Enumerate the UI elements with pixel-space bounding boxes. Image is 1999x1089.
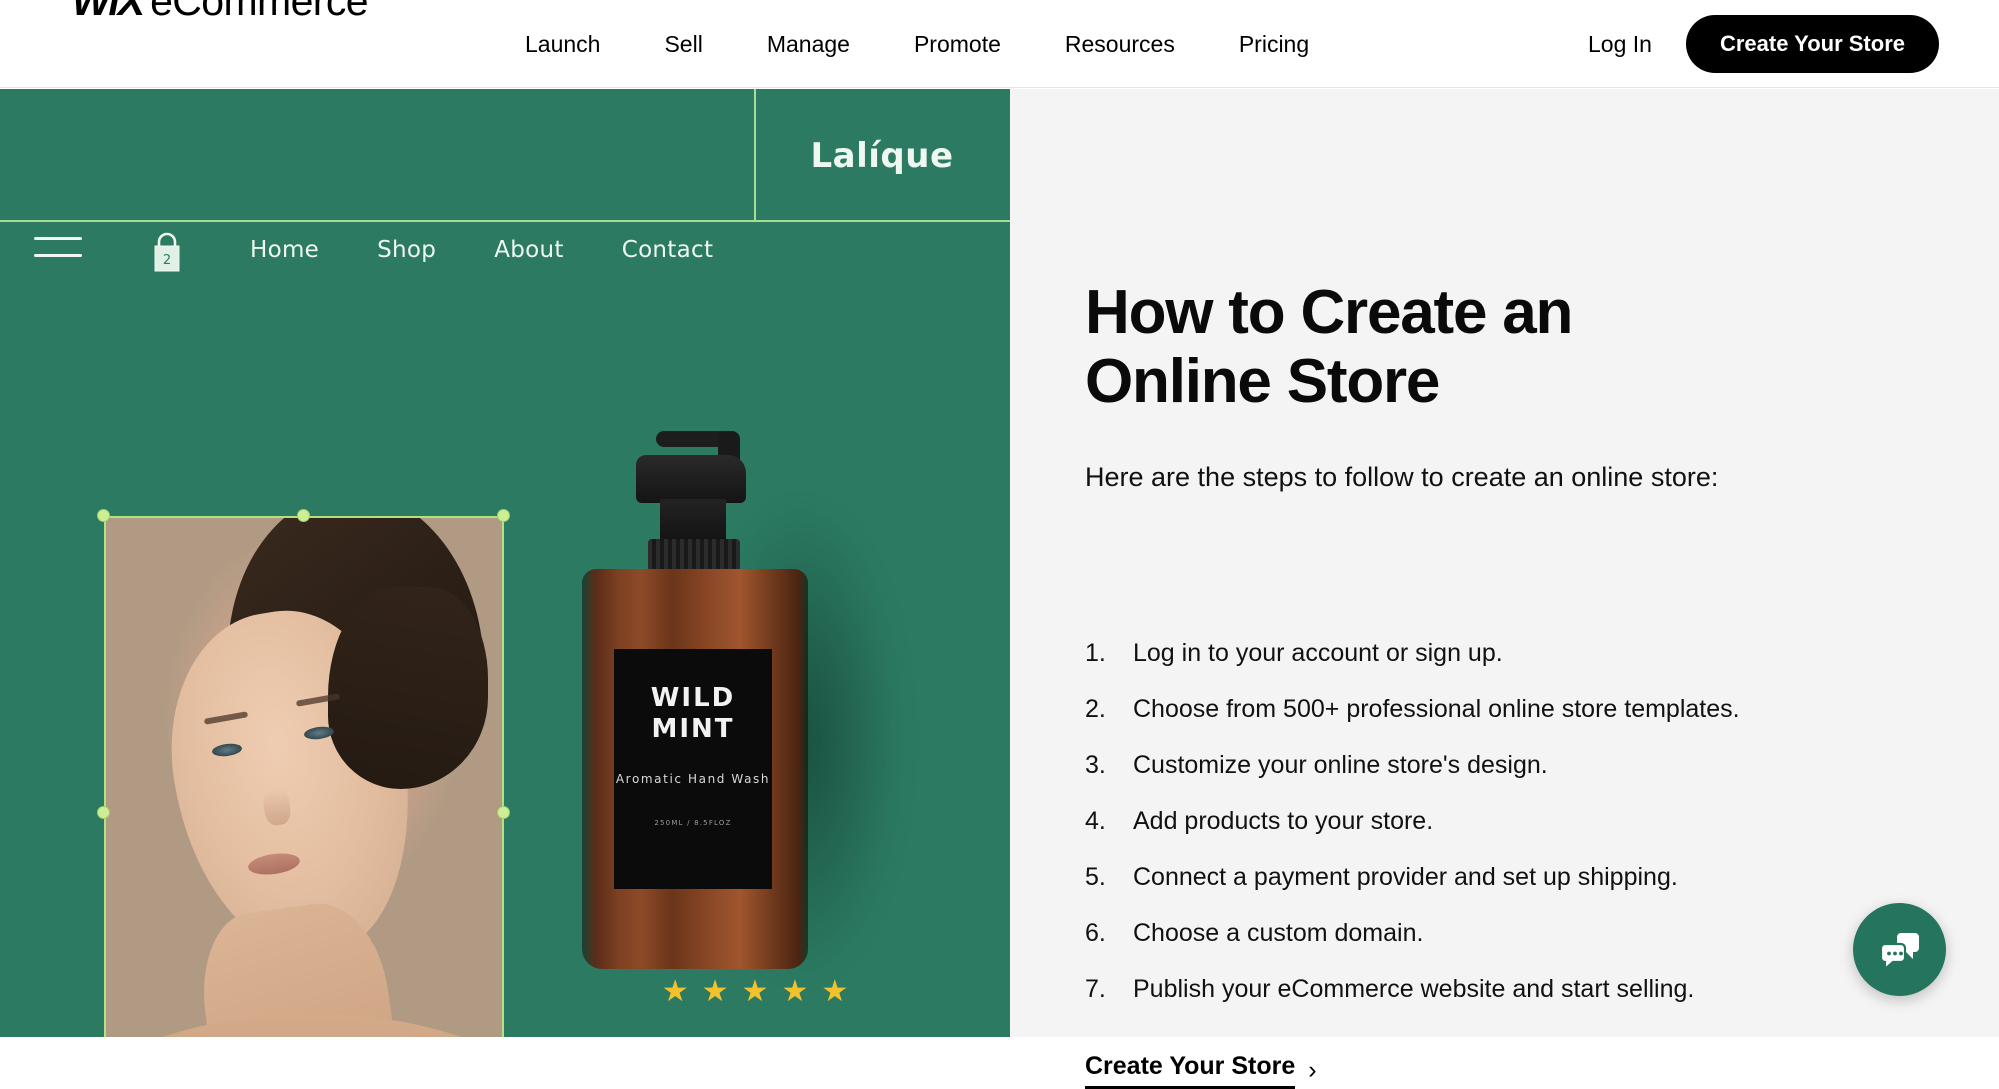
photo-shoulder-shape <box>104 1014 504 1037</box>
chat-bubbles-icon <box>1879 932 1919 971</box>
list-item-text: Customize your online store's design. <box>1133 751 1548 779</box>
bottle-label-title: WILD MINT <box>650 683 736 744</box>
store-preview-nav: Home Shop About Contact <box>250 237 713 263</box>
wix-logo-suffix: eCommerce <box>150 0 368 24</box>
list-item-text: Publish your eCommerce website and start… <box>1133 975 1695 1003</box>
bottle-pump-head <box>636 455 746 503</box>
list-item-number: 2. <box>1085 695 1106 723</box>
hamburger-line <box>34 254 82 257</box>
nav-item-resources[interactable]: Resources <box>1065 32 1175 56</box>
wix-nav-actions: Log In Create Your Store <box>1588 0 1939 88</box>
nav-item-promote[interactable]: Promote <box>914 32 1001 56</box>
list-item: 7. Publish your eCommerce website and st… <box>1085 974 1945 1004</box>
create-your-store-link[interactable]: Create Your Store › <box>1085 1052 1317 1089</box>
article-content-panel: How to Create an Online Store Here are t… <box>1010 89 1999 1089</box>
list-item-number: 6. <box>1085 919 1106 947</box>
list-item-number: 4. <box>1085 807 1106 835</box>
resize-handle-middle-right[interactable] <box>498 807 509 818</box>
list-item: 2. Choose from 500+ professional online … <box>1085 694 1945 724</box>
store-nav-about[interactable]: About <box>494 237 564 263</box>
list-item-number: 1. <box>1085 639 1106 667</box>
star-icon: ★ <box>821 975 849 1008</box>
store-preview-header: Lalíque <box>0 89 1010 222</box>
list-item-number: 5. <box>1085 863 1106 891</box>
cta-link-label: Create Your Store <box>1085 1052 1296 1089</box>
list-item-number: 7. <box>1085 975 1106 1003</box>
create-your-store-button[interactable]: Create Your Store <box>1685 15 1939 73</box>
page-title: How to Create an Online Store <box>1085 278 1573 417</box>
list-item-text: Choose a custom domain. <box>1133 919 1424 947</box>
model-photo-selected-element[interactable] <box>98 510 509 1037</box>
steps-list: 1. Log in to your account or sign up. 2.… <box>1085 638 1945 1030</box>
list-item: 3. Customize your online store's design. <box>1085 750 1945 780</box>
product-bottle-image[interactable]: WILD MINT Aromatic Hand Wash 250ML / 8.5… <box>582 419 930 991</box>
bottle-label: WILD MINT Aromatic Hand Wash 250ML / 8.5… <box>614 649 772 889</box>
wix-top-navigation-bar: WiX eCommerce Launch Sell Manage Promote… <box>0 0 1999 88</box>
shopping-bag-icon[interactable]: 2 <box>148 231 186 275</box>
bottle-label-volume: 250ML / 8.5FLOZ <box>654 818 732 827</box>
store-brand-logo[interactable]: Lalíque <box>754 89 1010 222</box>
star-icon: ★ <box>741 975 769 1008</box>
model-photo <box>104 516 504 1037</box>
nav-item-pricing[interactable]: Pricing <box>1239 32 1309 56</box>
nav-item-launch[interactable]: Launch <box>525 32 600 56</box>
list-item: 6. Choose a custom domain. <box>1085 918 1945 948</box>
star-icon: ★ <box>661 975 689 1008</box>
list-item-text: Choose from 500+ professional online sto… <box>1133 695 1740 723</box>
store-nav-contact[interactable]: Contact <box>622 237 714 263</box>
resize-handle-top-center[interactable] <box>298 510 309 521</box>
resize-handle-top-right[interactable] <box>498 510 509 521</box>
wix-ecommerce-logo[interactable]: WiX eCommerce <box>72 0 369 25</box>
star-icon: ★ <box>701 975 729 1008</box>
store-preview-panel: Lalíque 2 Home Shop About Contact WILD M… <box>0 89 1010 1037</box>
hamburger-menu-icon[interactable] <box>34 237 82 263</box>
store-nav-home[interactable]: Home <box>250 237 319 263</box>
bottle-collar <box>648 539 740 573</box>
hamburger-line <box>34 237 82 240</box>
resize-handle-top-left[interactable] <box>98 510 109 521</box>
chevron-right-icon: › <box>1308 1056 1317 1084</box>
list-item: 4. Add products to your store. <box>1085 806 1945 836</box>
wix-main-nav: Launch Sell Manage Promote Resources Pri… <box>525 0 1309 88</box>
nav-item-manage[interactable]: Manage <box>767 32 850 56</box>
chat-support-button[interactable] <box>1853 903 1946 996</box>
photo-hair-shape-2 <box>328 587 488 789</box>
star-icon: ★ <box>781 975 809 1008</box>
login-link[interactable]: Log In <box>1588 31 1652 58</box>
list-item-text: Connect a payment provider and set up sh… <box>1133 863 1678 891</box>
list-item-text: Add products to your store. <box>1133 807 1434 835</box>
page-subtitle: Here are the steps to follow to create a… <box>1085 462 1719 492</box>
product-rating-stars: ★ ★ ★ ★ ★ <box>655 977 855 1007</box>
wix-logo-mark: WiX <box>72 0 145 24</box>
resize-handle-middle-left[interactable] <box>98 807 109 818</box>
store-nav-shop[interactable]: Shop <box>377 237 436 263</box>
cart-count-badge: 2 <box>163 253 171 268</box>
list-item-number: 3. <box>1085 751 1106 779</box>
list-item: 1. Log in to your account or sign up. <box>1085 638 1945 668</box>
list-item-text: Log in to your account or sign up. <box>1133 639 1503 667</box>
bottle-label-subtitle: Aromatic Hand Wash <box>615 772 771 787</box>
nav-item-sell[interactable]: Sell <box>664 32 702 56</box>
list-item: 5. Connect a payment provider and set up… <box>1085 862 1945 892</box>
